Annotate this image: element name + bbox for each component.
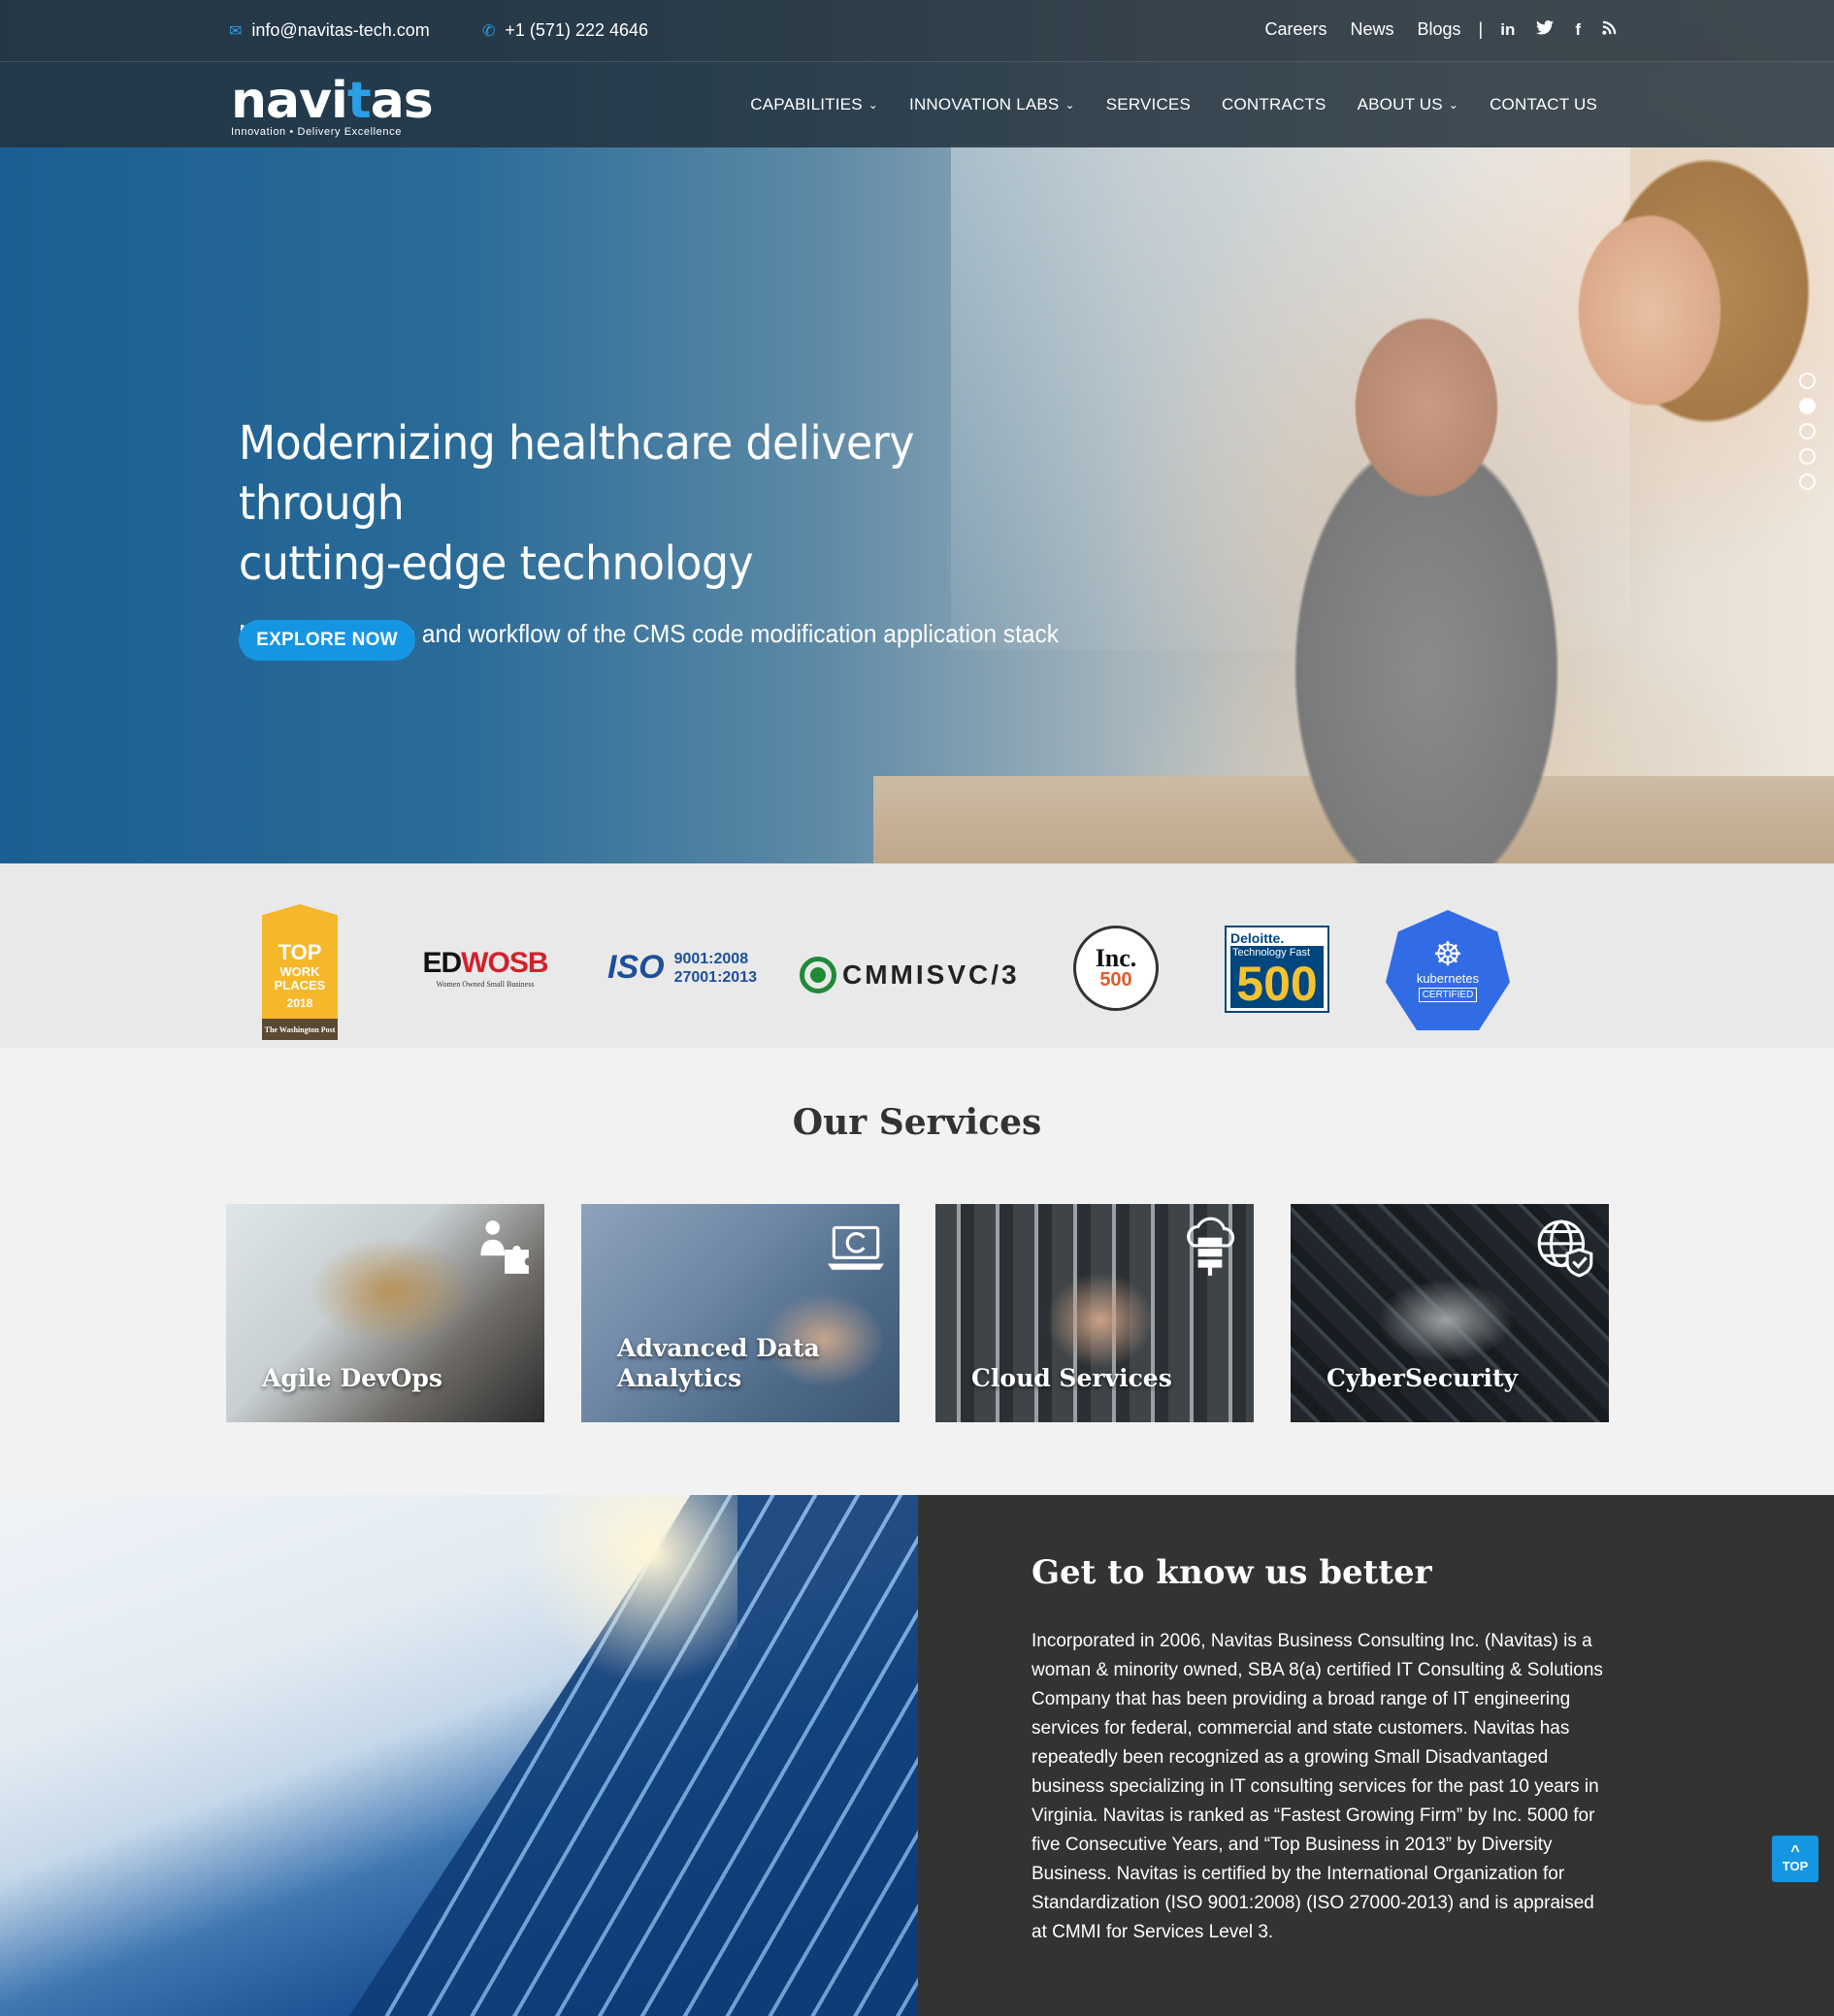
phone-icon: ✆ bbox=[482, 22, 496, 40]
about-heading: Get to know us better bbox=[1032, 1553, 1432, 1592]
news-link[interactable]: News bbox=[1350, 19, 1393, 40]
hero-title: Modernizing healthcare delivery through c… bbox=[239, 416, 915, 591]
carousel-dot-2[interactable] bbox=[1799, 398, 1816, 414]
carousel-dot-5[interactable] bbox=[1799, 473, 1816, 490]
helm-wheel-icon: ☸ bbox=[1432, 936, 1463, 973]
nav-innovation-labs[interactable]: INNOVATION LABS ⌄ bbox=[909, 95, 1075, 114]
services-heading: Our Services bbox=[792, 1102, 1042, 1143]
facebook-icon[interactable]: f bbox=[1575, 20, 1581, 40]
nav-capabilities[interactable]: CAPABILITIES ⌄ bbox=[750, 95, 878, 114]
service-card-advanced-data-analytics[interactable]: Advanced Data Analytics bbox=[581, 1204, 900, 1422]
nav-contact-us[interactable]: CONTACT US bbox=[1490, 95, 1597, 114]
certifications-strip: TOP WORK PLACES 2018 The Washington Post… bbox=[0, 863, 1834, 1048]
about-paragraph: Incorporated in 2006, Navitas Business C… bbox=[1032, 1631, 1603, 1942]
nav-about-us[interactable]: ABOUT US ⌄ bbox=[1358, 95, 1458, 114]
cmmi-logo: CMMISVC/3 bbox=[800, 957, 1020, 993]
nav-contracts[interactable]: CONTRACTS bbox=[1222, 95, 1326, 114]
logo-wordmark: navitas bbox=[231, 72, 434, 130]
service-card-cloud-services[interactable]: Cloud Services bbox=[935, 1204, 1254, 1422]
envelope-icon: ✉ bbox=[229, 22, 243, 40]
logo-tagline: Innovation • Delivery Excellence bbox=[231, 126, 402, 138]
hero-content: Modernizing healthcare delivery through c… bbox=[239, 413, 1112, 649]
blogs-link[interactable]: Blogs bbox=[1418, 19, 1461, 40]
sun-flare bbox=[524, 1495, 737, 1689]
social-links: in f bbox=[1500, 20, 1617, 40]
explore-now-button[interactable]: EXPLORE NOW bbox=[239, 620, 415, 661]
hero-photo-young-woman bbox=[1494, 146, 1834, 553]
chevron-down-icon: ⌄ bbox=[1064, 98, 1075, 112]
main-navigation: navitas Innovation • Delivery Excellence… bbox=[0, 62, 1834, 147]
chevron-down-icon: ⌄ bbox=[1448, 98, 1459, 112]
back-to-top-button[interactable]: ^ TOP bbox=[1772, 1836, 1818, 1882]
divider: | bbox=[1478, 19, 1484, 39]
edwosb-logo: EDWOSB Women Owned Small Business bbox=[422, 947, 548, 989]
top-workplaces-badge: TOP WORK PLACES 2018 The Washington Post bbox=[262, 904, 338, 1040]
email-text: info@navitas-tech.com bbox=[251, 20, 430, 40]
kubernetes-certified-badge: ☸ kubernetes CERTIFIED bbox=[1386, 910, 1510, 1030]
primary-menu: CAPABILITIES ⌄ INNOVATION LABS ⌄ SERVICES … bbox=[750, 95, 1597, 114]
email-link[interactable]: ✉ info@navitas-tech.com bbox=[229, 20, 430, 41]
phone-text: +1 (571) 222 4646 bbox=[505, 20, 649, 40]
service-label: Advanced Data Analytics bbox=[617, 1334, 820, 1392]
twitter-icon[interactable] bbox=[1536, 19, 1555, 40]
top-contact-bar: ✉ info@navitas-tech.com ✆ +1 (571) 222 4… bbox=[0, 0, 1834, 62]
laptop-analytics-icon bbox=[828, 1225, 884, 1270]
top-links: Careers News Blogs | in f bbox=[1264, 19, 1617, 40]
globe-shield-icon bbox=[1537, 1219, 1593, 1278]
carousel-dot-4[interactable] bbox=[1799, 448, 1816, 465]
service-label: Cloud Services bbox=[971, 1364, 1172, 1392]
linkedin-icon[interactable]: in bbox=[1500, 20, 1515, 40]
rss-icon[interactable] bbox=[1602, 20, 1617, 40]
cmmi-globe-icon bbox=[800, 957, 836, 993]
carousel-dot-1[interactable] bbox=[1799, 373, 1816, 389]
iso-certification-logo: ISO 9001:2008 27001:2013 bbox=[607, 949, 757, 986]
service-label: CyberSecurity bbox=[1326, 1364, 1519, 1392]
phone-link[interactable]: ✆ +1 (571) 222 4646 bbox=[482, 20, 648, 41]
back-to-top-label: TOP bbox=[1782, 1858, 1809, 1873]
nav-services[interactable]: SERVICES bbox=[1106, 95, 1191, 114]
cloud-server-icon bbox=[1187, 1217, 1235, 1276]
chevron-up-icon: ^ bbox=[1790, 1842, 1800, 1860]
inc-500-seal: Inc. 500 bbox=[1073, 926, 1159, 1011]
carousel-dot-3[interactable] bbox=[1799, 423, 1816, 439]
deloitte-fast-500-badge: Deloitte. Technology Fast 500 bbox=[1225, 926, 1329, 1013]
service-card-cybersecurity[interactable]: CyberSecurity bbox=[1291, 1204, 1609, 1422]
careers-link[interactable]: Careers bbox=[1264, 19, 1326, 40]
building-photo bbox=[0, 1495, 918, 2016]
about-section: Get to know us better Incorporated in 20… bbox=[918, 1495, 1834, 2016]
service-card-agile-devops[interactable]: Agile DevOps bbox=[226, 1204, 544, 1422]
navitas-logo[interactable]: navitas Innovation • Delivery Excellence bbox=[231, 72, 434, 140]
puzzle-person-icon bbox=[480, 1220, 529, 1274]
service-label: Agile DevOps bbox=[262, 1364, 442, 1392]
chevron-down-icon: ⌄ bbox=[868, 98, 879, 112]
carousel-indicators bbox=[1799, 373, 1816, 490]
